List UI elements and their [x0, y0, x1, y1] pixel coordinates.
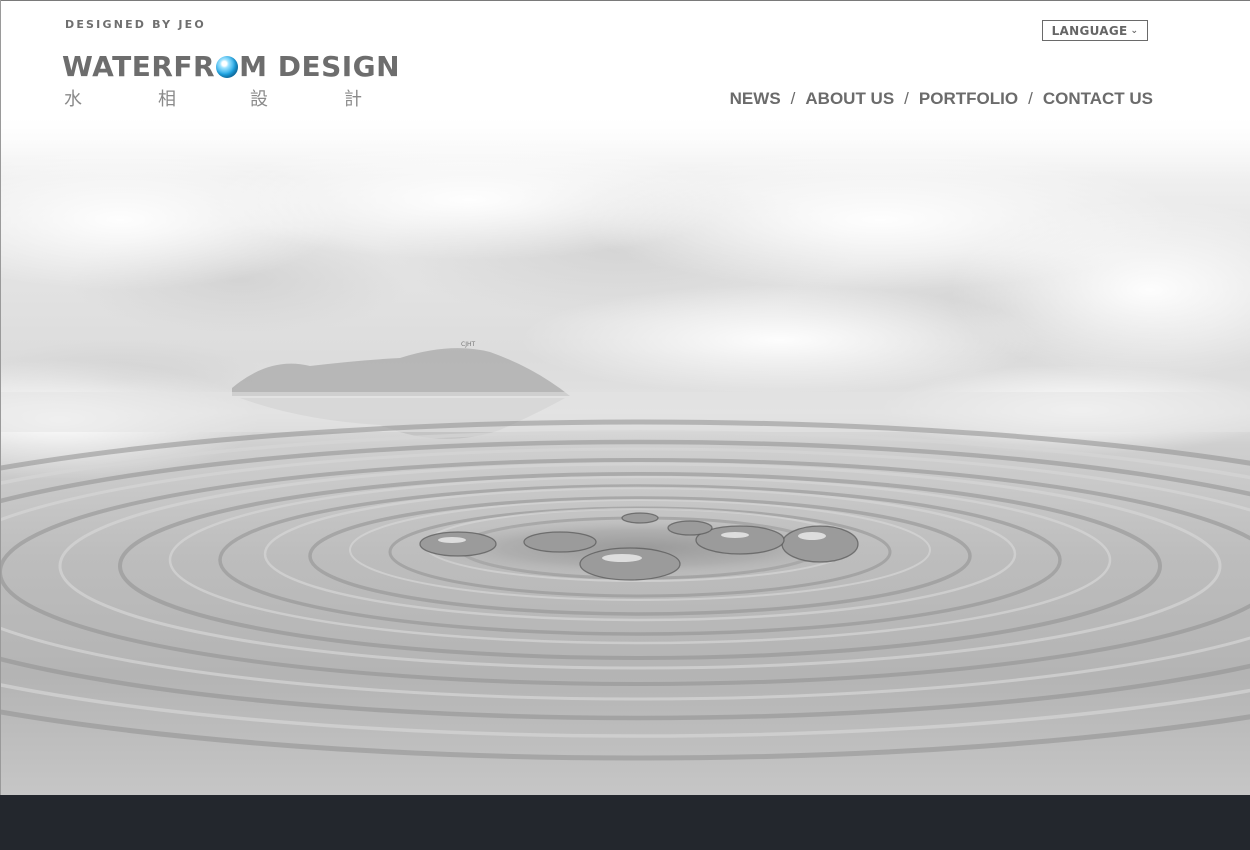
nav-item-contact-us[interactable]: CONTACT US [1043, 89, 1153, 109]
nav-separator: / [790, 89, 796, 108]
nav-item-portfolio[interactable]: PORTFOLIO [919, 89, 1018, 109]
frame-border-left [0, 0, 1, 795]
main-nav: NEWS / ABOUT US / PORTFOLIO / CONTACT US [730, 88, 1153, 110]
nav-separator: / [1028, 89, 1033, 108]
nav-item-about-us[interactable]: ABOUT US [805, 89, 894, 109]
designer-credit: DESIGNED BY JEO [65, 18, 206, 31]
logo-text-prefix: WATERFR [62, 50, 216, 83]
footer-bar [0, 795, 1250, 850]
hero-image: CJHT [0, 0, 1250, 795]
svg-text:CJHT: CJHT [461, 341, 475, 348]
logo-cjk-char: 設 [250, 89, 268, 110]
frame-border-top [0, 0, 1250, 1]
chevron-down-icon: ⌄ [1130, 25, 1139, 36]
logo-cjk-char: 相 [158, 89, 176, 110]
language-label: LANGUAGE [1051, 23, 1128, 38]
nav-item-news[interactable]: NEWS [730, 89, 781, 109]
nav-separator: / [904, 89, 909, 108]
logo-cjk-char: 計 [344, 89, 362, 110]
language-selector[interactable]: LANGUAGE ⌄ [1042, 20, 1148, 41]
site-logo[interactable]: WATERFR M DESIGN 水 相 設 計 [62, 50, 400, 110]
logo-text-suffix: M DESIGN [239, 50, 401, 83]
logo-cjk-char: 水 [64, 89, 82, 110]
page: CJHT DESIGNED BY JEO WATERFR M DESIGN 水 … [0, 0, 1250, 850]
logo-cjk-name: 水 相 設 計 [62, 85, 367, 110]
logo-wordmark: WATERFR M DESIGN [62, 50, 400, 84]
globe-icon [216, 56, 239, 78]
